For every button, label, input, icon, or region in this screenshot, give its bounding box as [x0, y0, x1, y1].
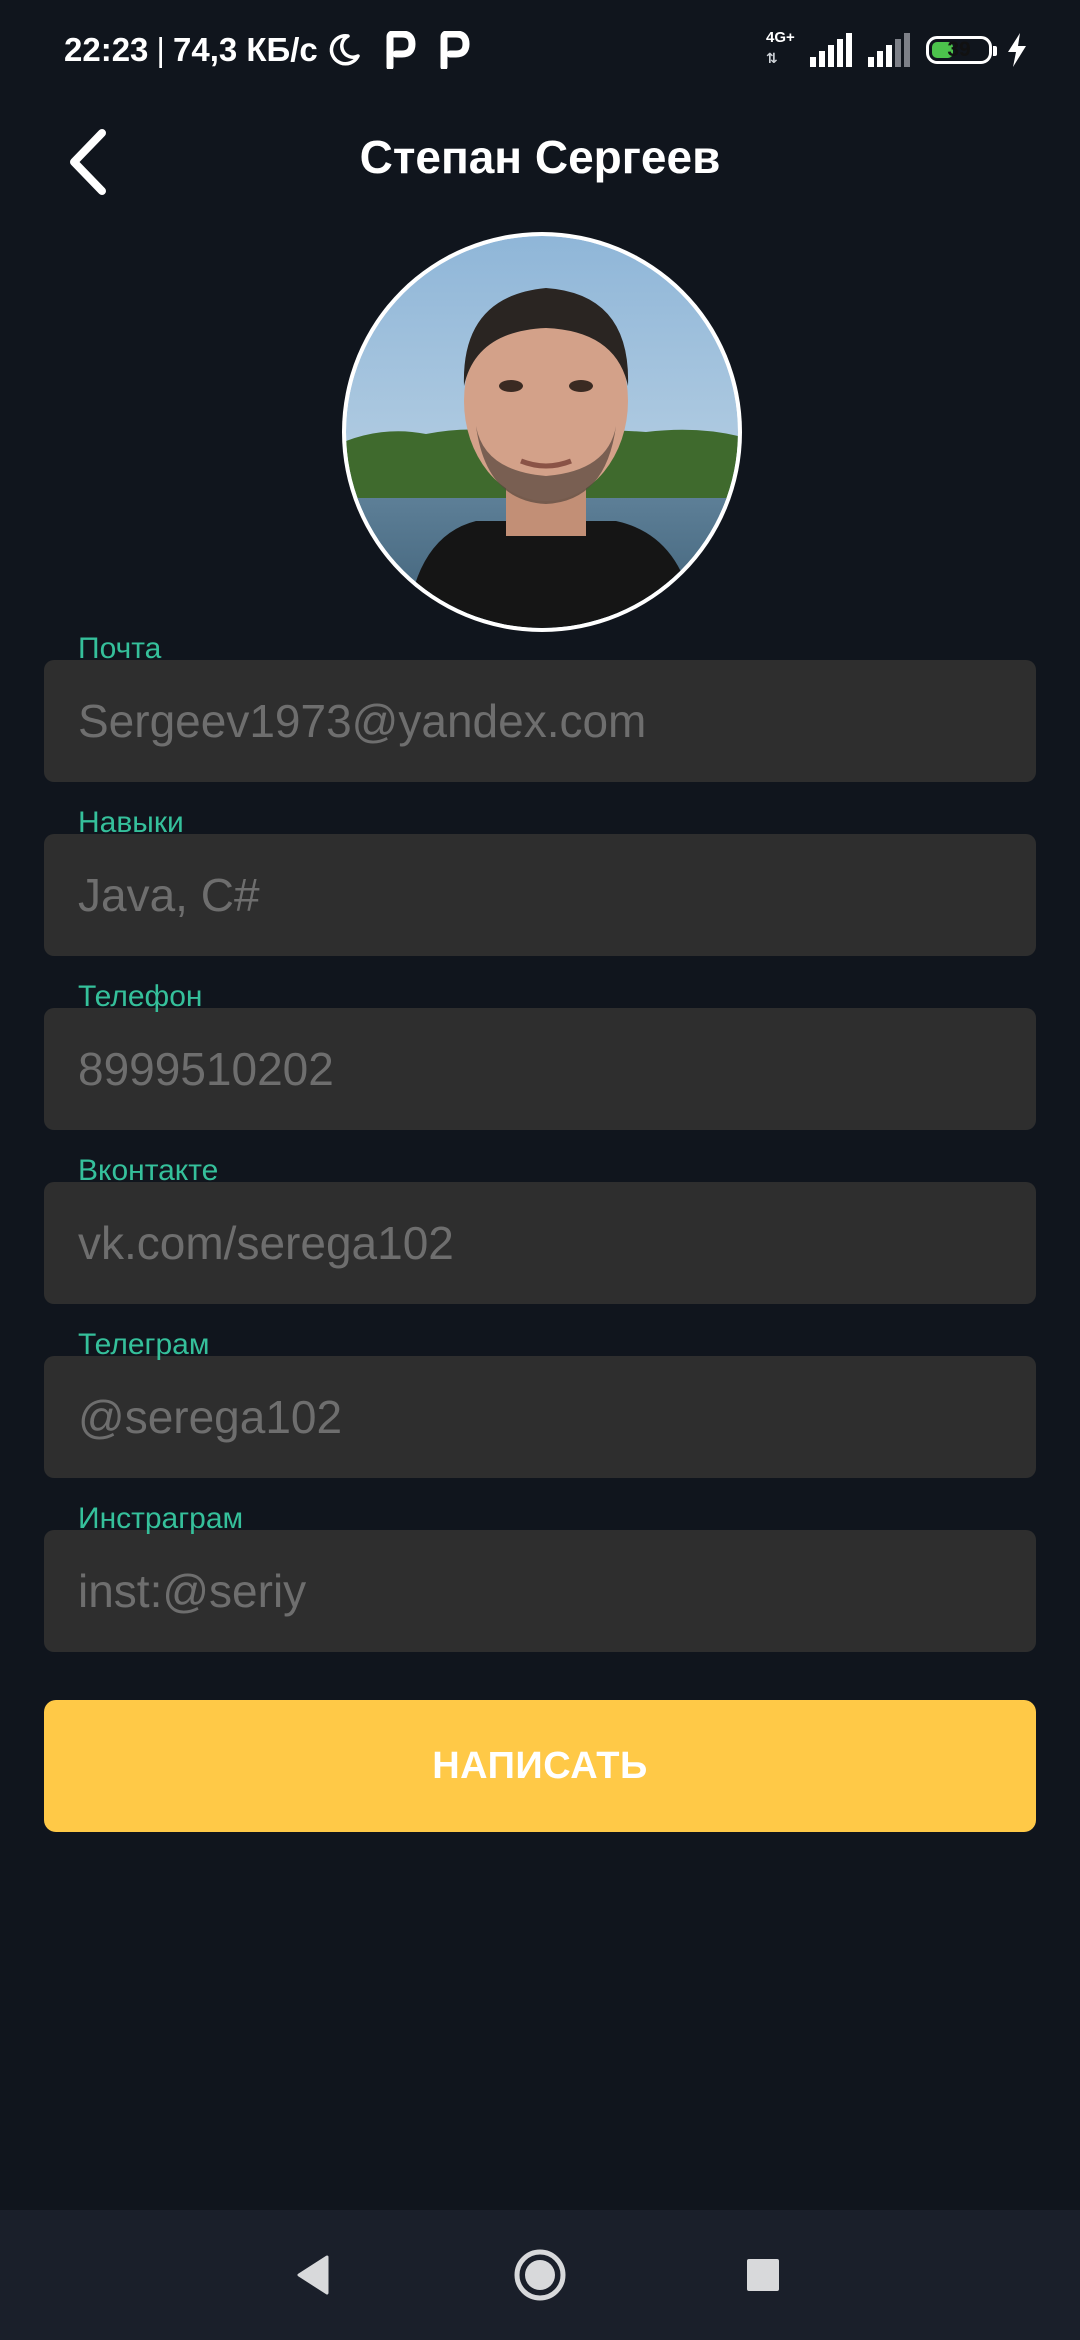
- field-value-instagram: inst:@seriy: [78, 1565, 307, 1617]
- field-value-phone: 8999510202: [78, 1043, 334, 1095]
- p-app-icon: [440, 31, 470, 69]
- system-nav-bar: [0, 2210, 1080, 2340]
- nav-back-button[interactable]: [278, 2240, 348, 2310]
- field-label-skills: Навыки: [78, 806, 184, 839]
- field-value-vk: vk.com/serega102: [78, 1217, 454, 1269]
- instagram-field[interactable]: inst:@seriy: [44, 1530, 1036, 1652]
- field-value-telegram: @serega102: [78, 1391, 343, 1443]
- profile-photo: [346, 236, 738, 628]
- email-field[interactable]: Sergeev1973@yandex.com: [44, 660, 1036, 782]
- nav-home-button[interactable]: [505, 2240, 575, 2310]
- moon-icon: [329, 34, 360, 66]
- status-time: 22:23: [64, 31, 149, 68]
- field-label-vk: Вконтакте: [78, 1154, 219, 1187]
- field-label-instagram: Инстраграм: [78, 1502, 244, 1535]
- status-separator: |: [156, 31, 165, 68]
- profile-screen: 22:23 | 74,3 КБ/с 4G+ ⇅ 39 Степан Сергее…: [0, 0, 1080, 2340]
- field-label-phone: Телефон: [78, 980, 203, 1013]
- battery-icon: 39: [926, 36, 997, 64]
- header: Степан Сергеев: [0, 100, 1080, 224]
- field-phone: Телефон 8999510202: [44, 980, 1036, 1132]
- skills-field[interactable]: Java, C#: [44, 834, 1036, 956]
- signal-icon: [810, 33, 852, 67]
- field-vk: Вконтакте vk.com/serega102: [44, 1154, 1036, 1306]
- network-type-label: 4G+: [766, 29, 795, 46]
- recents-square-icon: [747, 2259, 779, 2291]
- status-right: 4G+ ⇅ 39: [766, 28, 1028, 72]
- field-instagram: Инстраграм inst:@seriy: [44, 1502, 1036, 1654]
- battery-percent: 39: [947, 38, 971, 61]
- page-title: Степан Сергеев: [359, 131, 721, 183]
- network-type: 4G+ ⇅: [766, 30, 796, 70]
- back-triangle-icon: [297, 2255, 329, 2295]
- charging-icon: [1008, 33, 1026, 67]
- field-telegram: Телеграм @serega102: [44, 1328, 1036, 1480]
- field-value-email: Sergeev1973@yandex.com: [78, 695, 647, 747]
- telegram-field[interactable]: @serega102: [44, 1356, 1036, 1478]
- p-app-icon: [386, 31, 416, 69]
- vk-field[interactable]: vk.com/serega102: [44, 1182, 1036, 1304]
- status-data-rate: 74,3 КБ/с: [172, 31, 318, 68]
- signal-icon: [868, 33, 910, 67]
- status-bar: 22:23 | 74,3 КБ/с 4G+ ⇅ 39: [0, 0, 1080, 96]
- status-left: 22:23 | 74,3 КБ/с: [64, 26, 470, 74]
- field-label-email: Почта: [78, 632, 162, 665]
- field-label-telegram: Телеграм: [78, 1328, 210, 1361]
- avatar[interactable]: [342, 232, 742, 632]
- data-arrows-icon: ⇅: [766, 50, 778, 66]
- field-skills: Навыки Java, C#: [44, 806, 1036, 958]
- write-button[interactable]: НАПИСАТЬ: [44, 1700, 1036, 1832]
- phone-field[interactable]: 8999510202: [44, 1008, 1036, 1130]
- nav-recents-button[interactable]: [728, 2240, 798, 2310]
- home-circle-icon: [514, 2249, 566, 2301]
- battery-cap: [993, 46, 997, 56]
- field-value-skills: Java, C#: [78, 869, 260, 921]
- field-email: Почта Sergeev1973@yandex.com: [44, 632, 1036, 784]
